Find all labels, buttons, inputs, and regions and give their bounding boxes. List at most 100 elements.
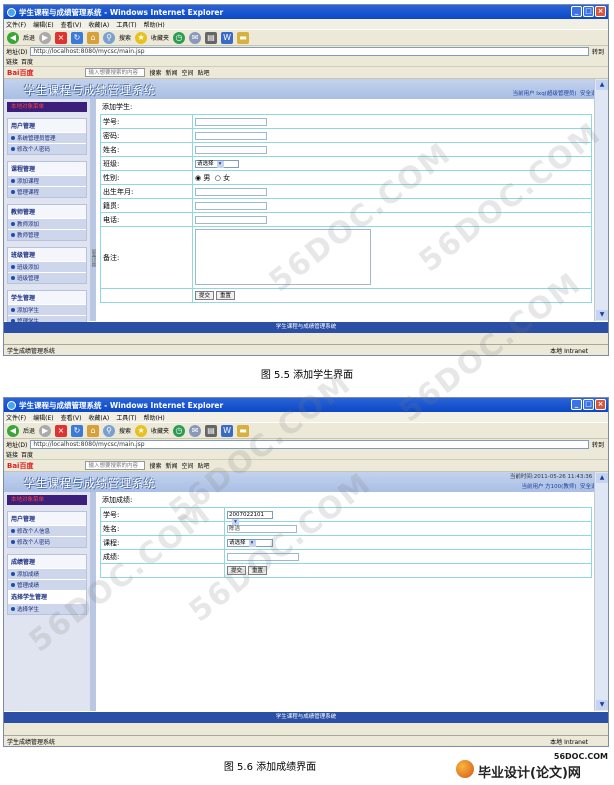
- search-label[interactable]: 搜索: [119, 33, 131, 42]
- menu-tools[interactable]: 工具(T): [116, 413, 136, 422]
- sidebar-item-manage-class[interactable]: 班级管理: [8, 272, 86, 283]
- sidebar-group-head[interactable]: 用户管理: [8, 512, 86, 525]
- sidebar-group-head[interactable]: 成绩管理: [8, 555, 86, 568]
- favorites-label[interactable]: 收藏夹: [151, 426, 169, 435]
- menu-file[interactable]: 文件(F): [6, 20, 26, 29]
- baidu-search-button[interactable]: 搜索: [149, 68, 161, 77]
- vertical-scrollbar[interactable]: ▲ ▼: [594, 472, 608, 711]
- scroll-up-icon[interactable]: ▲: [596, 473, 608, 483]
- sidebar-item-manage-score[interactable]: 管理成绩: [8, 579, 86, 590]
- password-input[interactable]: [195, 131, 267, 140]
- baidu-link[interactable]: 百度: [21, 450, 33, 459]
- stop-icon[interactable]: ×: [55, 424, 68, 437]
- sidebar-item-admin-manage[interactable]: 系统管理员管理: [8, 132, 86, 143]
- male-radio[interactable]: ◉: [195, 174, 201, 182]
- baidu-search-input[interactable]: 输入想要搜索的内容: [85, 68, 146, 77]
- sidebar-group-head[interactable]: 课程管理: [8, 162, 86, 175]
- submit-button[interactable]: 提交: [195, 291, 215, 300]
- sidebar-item-change-password[interactable]: 修改个人密码: [8, 143, 86, 154]
- back-icon[interactable]: ◀: [7, 31, 19, 44]
- sidebar-group-head[interactable]: 教师管理: [8, 205, 86, 218]
- sidebar-group-head[interactable]: 用户管理: [8, 119, 86, 132]
- edit-icon[interactable]: W: [221, 31, 234, 44]
- sidebar-group-head[interactable]: 班级管理: [8, 248, 86, 261]
- menu-help[interactable]: 帮助(H): [144, 20, 165, 29]
- baidu-link[interactable]: 百度: [21, 57, 33, 66]
- sidebar-group-head[interactable]: 学生管理: [8, 291, 86, 304]
- sidebar-item-add-score[interactable]: 添加成绩: [8, 568, 86, 579]
- close-button[interactable]: ×: [595, 399, 606, 410]
- menu-favorites[interactable]: 收藏(A): [88, 413, 109, 422]
- sidebar-item-add-teacher[interactable]: 教师添加: [8, 218, 86, 229]
- address-input[interactable]: http://localhost:8080/mycsc/main.jsp: [30, 47, 589, 56]
- search-icon[interactable]: ⚲: [103, 424, 116, 437]
- sidebar-item-manage-course[interactable]: 管理课程: [8, 186, 86, 197]
- female-radio[interactable]: ○: [215, 174, 221, 182]
- refresh-icon[interactable]: ↻: [71, 31, 84, 44]
- name-input[interactable]: [195, 145, 267, 154]
- frame-splitter[interactable]: 屏幕切换: [90, 99, 96, 321]
- sidebar-item-change-password[interactable]: 修改个人密码: [8, 536, 86, 547]
- baidu-space-button[interactable]: 空间: [182, 68, 194, 77]
- reset-button[interactable]: 重置: [216, 291, 236, 300]
- sidebar-item-add-class[interactable]: 班级添加: [8, 261, 86, 272]
- search-label[interactable]: 搜索: [119, 426, 131, 435]
- menu-edit[interactable]: 编辑(E): [33, 413, 53, 422]
- baidu-search-input[interactable]: 输入想要搜索的内容: [85, 461, 146, 470]
- back-label[interactable]: 后退: [23, 426, 35, 435]
- baidu-news-button[interactable]: 新闻: [165, 461, 177, 470]
- menu-view[interactable]: 查看(V): [61, 20, 82, 29]
- minimize-button[interactable]: _: [571, 6, 582, 17]
- history-icon[interactable]: ◷: [173, 424, 186, 437]
- maximize-button[interactable]: □: [583, 6, 594, 17]
- close-button[interactable]: ×: [595, 6, 606, 17]
- class-select[interactable]: 请选择: [195, 159, 239, 168]
- folder-icon[interactable]: ▬: [237, 31, 250, 44]
- scroll-down-icon[interactable]: ▼: [596, 310, 608, 320]
- vertical-scrollbar[interactable]: ▲ ▼: [594, 79, 608, 321]
- back-label[interactable]: 后退: [23, 33, 35, 42]
- maximize-button[interactable]: □: [583, 399, 594, 410]
- mail-icon[interactable]: ✉: [189, 424, 202, 437]
- history-icon[interactable]: ◷: [173, 31, 186, 44]
- favorites-star-icon[interactable]: ★: [135, 424, 148, 437]
- minimize-button[interactable]: _: [571, 399, 582, 410]
- print-icon[interactable]: ▤: [205, 424, 218, 437]
- sidebar-item-edit-profile[interactable]: 修改个人信息: [8, 525, 86, 536]
- edit-icon[interactable]: W: [221, 424, 234, 437]
- back-icon[interactable]: ◀: [7, 424, 19, 437]
- menu-tools[interactable]: 工具(T): [116, 20, 136, 29]
- origin-input[interactable]: [195, 201, 267, 210]
- favorites-star-icon[interactable]: ★: [135, 31, 148, 44]
- stop-icon[interactable]: ×: [55, 31, 68, 44]
- go-button[interactable]: 转到: [592, 47, 608, 56]
- scroll-down-icon[interactable]: ▼: [596, 700, 608, 710]
- sidebar-item-add-course[interactable]: 添加课程: [8, 175, 86, 186]
- refresh-icon[interactable]: ↻: [71, 424, 84, 437]
- forward-icon[interactable]: ▶: [39, 424, 52, 437]
- mail-icon[interactable]: ✉: [189, 31, 202, 44]
- menu-edit[interactable]: 编辑(E): [33, 20, 53, 29]
- search-icon[interactable]: ⚲: [103, 31, 116, 44]
- student-id-input[interactable]: [195, 117, 267, 126]
- scroll-up-icon[interactable]: ▲: [596, 80, 608, 90]
- print-icon[interactable]: ▤: [205, 31, 218, 44]
- menu-help[interactable]: 帮助(H): [144, 413, 165, 422]
- address-input[interactable]: http://localhost:8080/mycsc/main.jsp: [30, 440, 589, 449]
- student-id-select[interactable]: 2007022101: [227, 510, 273, 519]
- baidu-tieba-button[interactable]: 贴吧: [198, 68, 210, 77]
- birth-input[interactable]: [195, 187, 267, 196]
- menu-file[interactable]: 文件(F): [6, 413, 26, 422]
- baidu-space-button[interactable]: 空间: [182, 461, 194, 470]
- go-button[interactable]: 转到: [592, 440, 608, 449]
- phone-input[interactable]: [195, 215, 267, 224]
- sidebar-item-manage-teacher[interactable]: 教师管理: [8, 229, 86, 240]
- forward-icon[interactable]: ▶: [39, 31, 52, 44]
- baidu-news-button[interactable]: 新闻: [165, 68, 177, 77]
- home-icon[interactable]: ⌂: [87, 424, 100, 437]
- menu-favorites[interactable]: 收藏(A): [88, 20, 109, 29]
- baidu-search-button[interactable]: 搜索: [149, 461, 161, 470]
- menu-view[interactable]: 查看(V): [61, 413, 82, 422]
- sidebar-item-add-student[interactable]: 添加学生: [8, 304, 86, 315]
- home-icon[interactable]: ⌂: [87, 31, 100, 44]
